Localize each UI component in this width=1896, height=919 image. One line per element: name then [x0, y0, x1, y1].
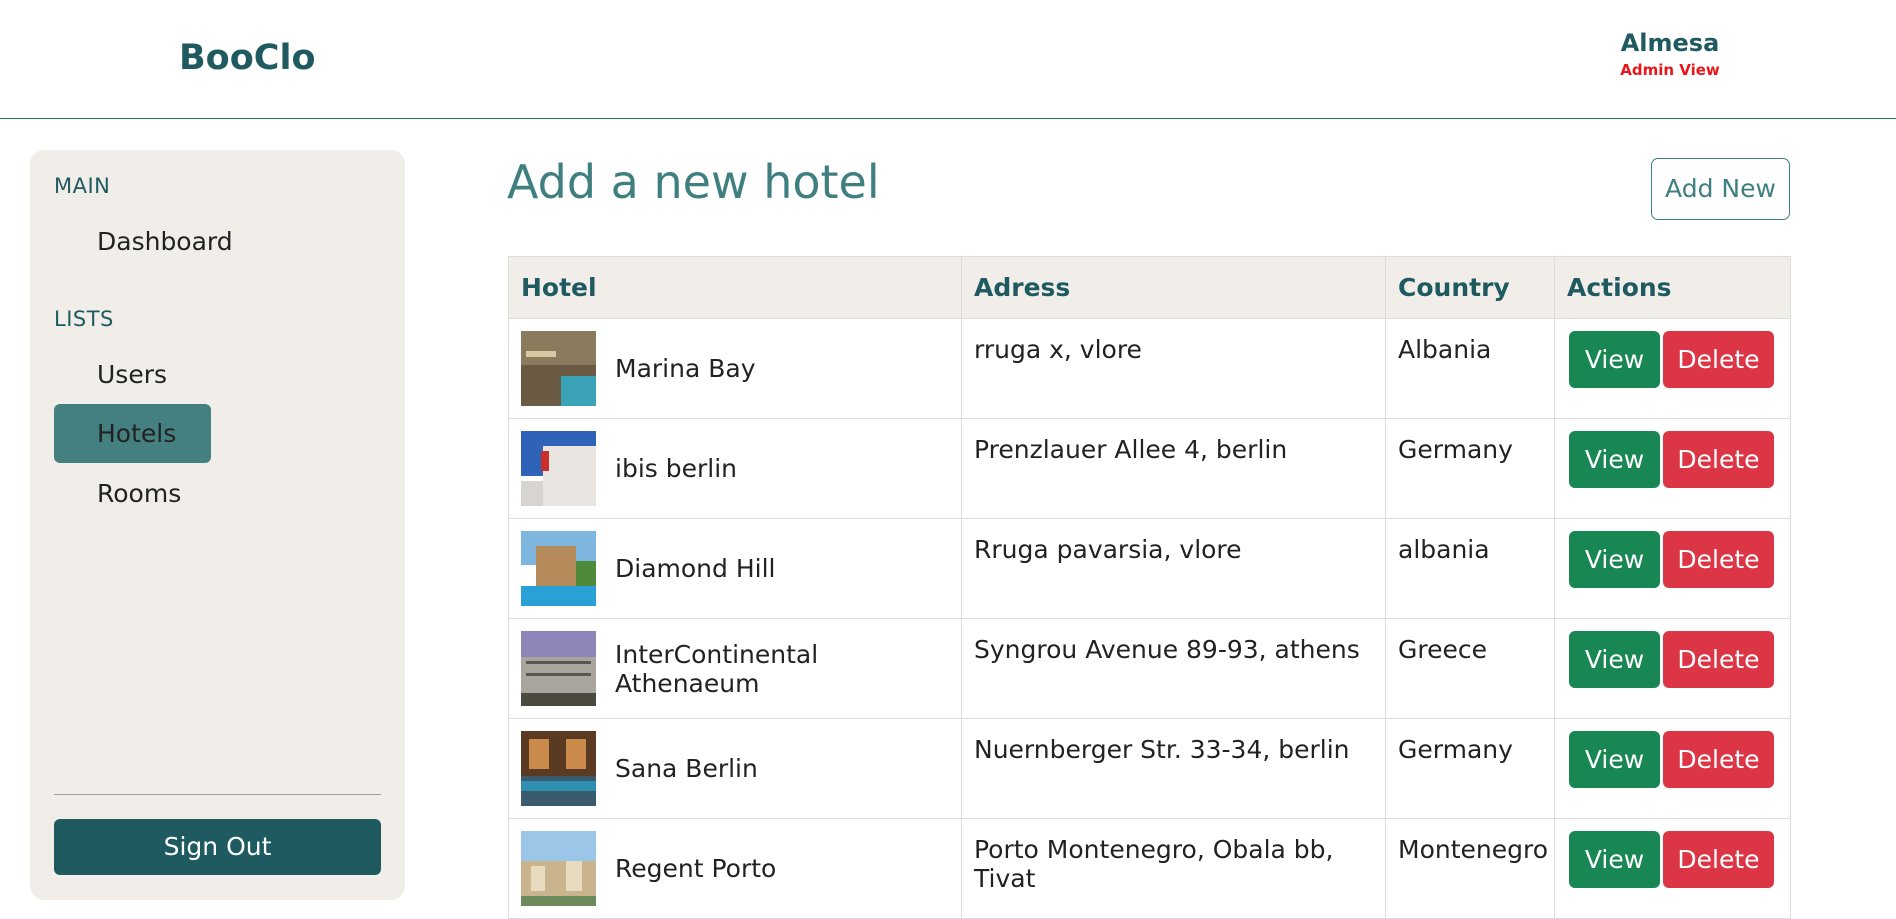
column-header-actions: Actions: [1554, 256, 1791, 319]
hotel-thumbnail: [521, 531, 596, 606]
country-cell: albania: [1385, 518, 1555, 619]
sidebar-item-hotels[interactable]: Hotels: [54, 404, 211, 463]
actions-cell: View Delete: [1554, 718, 1791, 819]
actions-cell: View Delete: [1554, 818, 1791, 919]
hotels-table: Hotel Adress Country Actions Marina Bay …: [508, 256, 1791, 919]
actions-cell: View Delete: [1554, 618, 1791, 719]
column-header-hotel: Hotel: [508, 256, 962, 319]
top-header: BooClo Almesa Admin View: [0, 0, 1896, 119]
brand-logo[interactable]: BooClo: [179, 38, 316, 78]
hotel-name: Diamond Hill: [615, 554, 776, 583]
view-button[interactable]: View: [1569, 831, 1660, 888]
table-row: Marina Bay rruga x, vlore Albania View De…: [508, 318, 1791, 419]
hotel-name: Regent Porto: [615, 854, 777, 883]
delete-button[interactable]: Delete: [1663, 431, 1774, 488]
sidebar-item-dashboard[interactable]: Dashboard: [54, 212, 254, 271]
table-row: Diamond Hill Rruga pavarsia, vlore alban…: [508, 518, 1791, 619]
sign-out-button[interactable]: Sign Out: [54, 819, 381, 875]
hotel-thumbnail: [521, 731, 596, 806]
view-button[interactable]: View: [1569, 531, 1660, 588]
table-row: Sana Berlin Nuernberger Str. 33-34, berl…: [508, 718, 1791, 819]
country-cell: Montenegro: [1385, 818, 1555, 919]
sidebar-divider: [54, 794, 381, 795]
hotel-cell: ibis berlin: [508, 418, 962, 519]
table-row: InterContinental Athenaeum Syngrou Avenu…: [508, 618, 1791, 719]
sidebar-section-lists: LISTS: [54, 307, 114, 331]
table-row: Regent Porto Porto Montenegro, Obala bb,…: [508, 818, 1791, 919]
hotel-cell: Marina Bay: [508, 318, 962, 419]
address-cell: Porto Montenegro, Obala bb, Tivat: [961, 818, 1386, 919]
hotel-cell: InterContinental Athenaeum: [508, 618, 962, 719]
view-button[interactable]: View: [1569, 331, 1660, 388]
delete-button[interactable]: Delete: [1663, 731, 1774, 788]
country-cell: Greece: [1385, 618, 1555, 719]
actions-cell: View Delete: [1554, 318, 1791, 419]
column-header-country: Country: [1385, 256, 1555, 319]
hotel-name: Marina Bay: [615, 354, 756, 383]
column-header-address: Adress: [961, 256, 1386, 319]
table-row: ibis berlin Prenzlauer Allee 4, berlin G…: [508, 418, 1791, 519]
address-cell: Prenzlauer Allee 4, berlin: [961, 418, 1386, 519]
table-header-row: Hotel Adress Country Actions: [508, 256, 1791, 319]
hotel-thumbnail: [521, 331, 596, 406]
address-cell: Nuernberger Str. 33-34, berlin: [961, 718, 1386, 819]
address-cell: Syngrou Avenue 89-93, athens: [961, 618, 1386, 719]
hotel-thumbnail: [521, 831, 596, 906]
delete-button[interactable]: Delete: [1663, 331, 1774, 388]
delete-button[interactable]: Delete: [1663, 831, 1774, 888]
hotel-thumbnail: [521, 631, 596, 706]
sidebar-item-rooms[interactable]: Rooms: [54, 464, 211, 523]
view-button[interactable]: View: [1569, 431, 1660, 488]
hotel-cell: Regent Porto: [508, 818, 962, 919]
hotel-name: ibis berlin: [615, 454, 737, 483]
country-cell: Germany: [1385, 718, 1555, 819]
user-name: Almesa: [1620, 29, 1720, 57]
sidebar-item-users[interactable]: Users: [54, 345, 211, 404]
view-button[interactable]: View: [1569, 731, 1660, 788]
country-cell: Albania: [1385, 318, 1555, 419]
user-role-label: Admin View: [1620, 61, 1720, 79]
hotel-cell: Sana Berlin: [508, 718, 962, 819]
add-new-button[interactable]: Add New: [1651, 158, 1790, 220]
user-info: Almesa Admin View: [1570, 29, 1770, 79]
address-cell: Rruga pavarsia, vlore: [961, 518, 1386, 619]
hotel-cell: Diamond Hill: [508, 518, 962, 619]
address-cell: rruga x, vlore: [961, 318, 1386, 419]
delete-button[interactable]: Delete: [1663, 631, 1774, 688]
delete-button[interactable]: Delete: [1663, 531, 1774, 588]
hotel-name: InterContinental Athenaeum: [615, 639, 819, 698]
country-cell: Germany: [1385, 418, 1555, 519]
sidebar-section-main: MAIN: [54, 174, 111, 198]
sidebar: MAIN Dashboard LISTS Users Hotels Rooms …: [30, 150, 405, 900]
actions-cell: View Delete: [1554, 518, 1791, 619]
hotel-thumbnail: [521, 431, 596, 506]
page-title: Add a new hotel: [507, 155, 880, 209]
hotel-name: Sana Berlin: [615, 754, 758, 783]
actions-cell: View Delete: [1554, 418, 1791, 519]
view-button[interactable]: View: [1569, 631, 1660, 688]
